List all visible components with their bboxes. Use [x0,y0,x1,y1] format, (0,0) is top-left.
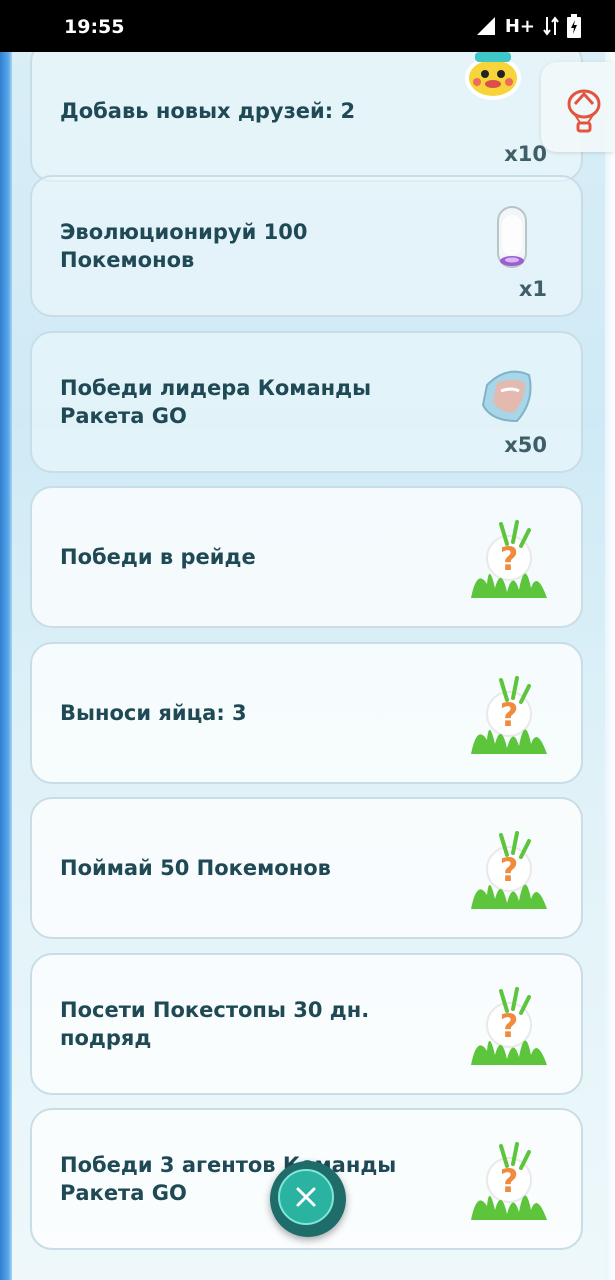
svg-text:?: ? [500,851,519,889]
mystery-encounter-icon: ? [471,520,547,598]
task-title: Победи в рейде [60,545,256,569]
status-time: 19:55 [64,16,125,38]
incubator-icon [497,206,527,268]
network-type: H+ [504,15,535,37]
reward: x50 [469,333,559,471]
reward-count: x10 [504,142,547,166]
svg-text:?: ? [500,540,519,578]
task-card[interactable]: Победи лидера Команды Ракета GO x50 [30,331,583,473]
task-title: Посети Покестопы 30 дн. подряд [60,998,370,1050]
task-card[interactable]: Эволюционируй 100 Покемонов x1 [30,175,583,317]
stardust-icon [481,370,532,423]
status-icons: H+ [475,14,581,38]
close-button[interactable] [270,1161,346,1237]
mystery-encounter-icon: ? [471,987,547,1065]
frame-right [605,52,615,1280]
reward: ? [469,488,559,626]
research-screen[interactable]: Добавь новых друзей: 2 x10 Эволюционируй… [0,40,615,1280]
reward-count: x50 [504,433,547,457]
battery-charging-icon [567,14,581,38]
close-icon [296,1187,316,1207]
reward: ? [469,1110,559,1248]
reward-count: x1 [518,277,547,301]
mystery-encounter-icon: ? [471,676,547,754]
task-title: Победи лидера Команды Ракета GO [60,376,372,428]
svg-text:?: ? [500,1007,519,1045]
task-card[interactable]: Выноси яйца: 3 ? [30,642,583,784]
data-activity-icon [543,16,559,36]
status-bar: 19:55 H+ [0,0,615,52]
task-title: Выноси яйца: 3 [60,701,247,725]
task-title: Добавь новых друзей: 2 [60,99,356,123]
reward: x1 [469,177,559,315]
task-card[interactable]: Поймай 50 Покемонов ? [30,797,583,939]
task-card[interactable]: Добавь новых друзей: 2 x10 [30,40,583,182]
mystery-encounter-icon: ? [471,831,547,909]
task-card[interactable]: Посети Покестопы 30 дн. подряд ? [30,953,583,1095]
task-title: Эволюционируй 100 Покемонов [60,220,308,272]
reward: ? [469,955,559,1093]
reward: ? [469,799,559,937]
team-rocket-balloon-tab[interactable] [541,62,615,152]
svg-text:?: ? [500,1162,519,1200]
svg-text:?: ? [500,696,519,734]
task-card[interactable]: Победи в рейде ? [30,486,583,628]
sticker-icon [465,52,521,100]
mystery-encounter-icon: ? [471,1142,547,1220]
frame-left [0,52,12,1280]
task-title: Поймай 50 Покемонов [60,856,331,880]
rocket-balloon-icon [567,89,601,133]
signal-icon [476,17,495,35]
task-title: Победи 3 агентов Команды Ракета GO [60,1153,397,1205]
reward: ? [469,644,559,782]
close-button-inner [278,1169,334,1225]
